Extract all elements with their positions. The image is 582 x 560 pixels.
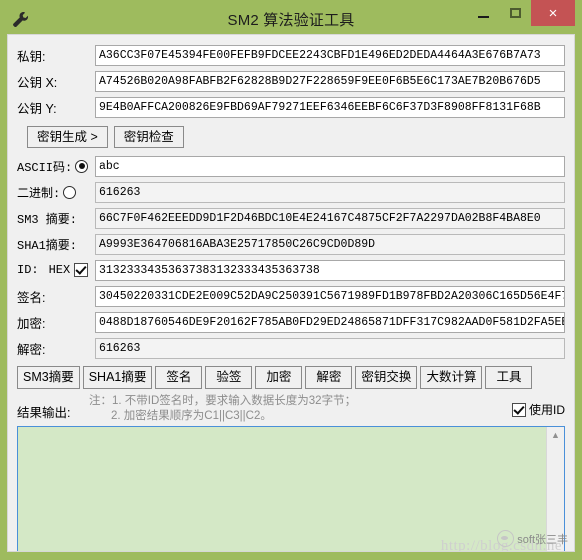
private-key-label: 私钥: [17, 49, 46, 64]
binary-row: 二进制: 616263 [17, 180, 565, 204]
encrypt-button[interactable]: 加密 [255, 366, 303, 389]
close-button[interactable]: × [531, 0, 575, 26]
maximize-icon [509, 8, 521, 18]
output-scrollbar[interactable]: ▲ [546, 427, 564, 551]
check-key-button[interactable]: 密钥检查 [113, 126, 184, 148]
key-exchange-button[interactable]: 密钥交换 [355, 366, 418, 389]
output-note-row: 结果输出: 注：1. 不带ID签名时，要求输入数据长度为32字节； 2. 加密结… [17, 392, 565, 426]
client-area: 私钥: A36CC3F07E45394FE00FEFB9FDCEE2243CBF… [7, 34, 575, 552]
scroll-up-icon[interactable]: ▲ [547, 429, 564, 441]
window-controls: × [467, 0, 575, 29]
minimize-icon [477, 15, 489, 18]
binary-input[interactable]: 616263 [95, 181, 565, 203]
sm3-digest-label: SM3 摘要: [17, 212, 78, 227]
public-key-x-input[interactable]: A74526B020A98FABFB2F62828B9D27F228659F9E… [95, 70, 565, 92]
binary-label-text: 二进制: [17, 186, 61, 201]
sm3-digest-row: SM3 摘要: 66C7F0F462EEEDD9D1F2D46BDC10E4E2… [17, 206, 565, 230]
decrypt-button[interactable]: 解密 [305, 366, 353, 389]
ascii-radio[interactable] [75, 159, 89, 173]
binary-label: 二进制: [17, 184, 95, 201]
ascii-label: ASCII码: [17, 158, 95, 175]
signature-label: 签名: [17, 290, 46, 305]
encrypt-label: 加密: [17, 316, 46, 331]
decrypt-row: 解密: 616263 [17, 336, 565, 360]
use-id-label: 使用ID [528, 403, 565, 417]
big-number-calc-button[interactable]: 大数计算 [420, 366, 483, 389]
private-key-input[interactable]: A36CC3F07E45394FE00FEFB9FDCEE2243CBFD1E4… [95, 44, 565, 66]
maximize-button[interactable] [499, 0, 531, 26]
ascii-input[interactable]: abc [95, 155, 565, 177]
decrypt-label: 解密: [17, 342, 46, 357]
close-icon: × [548, 4, 558, 22]
application-window: SM2 算法验证工具 × 私钥: A36CC3F07E45394FE00FEFB… [0, 0, 582, 560]
title-bar: SM2 算法验证工具 × [7, 0, 575, 34]
id-label: ID: HEX [17, 263, 95, 277]
output-note-line-1: 注：1. 不带ID签名时，要求输入数据长度为32字节； [89, 395, 357, 407]
id-input[interactable]: 31323334353637383132333435363738 [95, 259, 565, 281]
decrypt-input[interactable]: 616263 [95, 337, 565, 359]
public-key-y-row: 公钥 Y: 9E4B0AFFCA200826E9FBD69AF79271EEF6… [17, 95, 565, 119]
sha1-digest-label: SHA1摘要: [17, 238, 78, 253]
output-textarea-container: ▲ [17, 426, 565, 551]
public-key-y-input[interactable]: 9E4B0AFFCA200826E9FBD69AF79271EEF6346EEB… [95, 96, 565, 118]
private-key-row: 私钥: A36CC3F07E45394FE00FEFB9FDCEE2243CBF… [17, 43, 565, 67]
use-id-option[interactable]: 使用ID [511, 401, 565, 418]
verify-signature-button[interactable]: 验签 [205, 366, 253, 389]
id-label-text: ID: [17, 263, 39, 277]
encrypt-row: 加密: 0488D18760546DE9F20162F785AB0FD29ED2… [17, 310, 565, 334]
output-textarea[interactable] [18, 427, 546, 551]
output-notes: 注：1. 不带ID签名时，要求输入数据长度为32字节； 2. 加密结果顺序为C1… [89, 392, 356, 424]
minimize-button[interactable] [467, 0, 499, 26]
tools-button[interactable]: 工具 [485, 366, 533, 389]
signature-row: 签名: 30450220331CDE2E009C52DA9C250391C567… [17, 284, 565, 308]
ascii-label-text: ASCII码: [17, 160, 73, 175]
public-key-y-label: 公钥 Y: [17, 101, 57, 116]
sha1-digest-input[interactable]: A9993E364706816ABA3E25717850C26C9CD0D89D [95, 233, 565, 255]
signature-input[interactable]: 30450220331CDE2E009C52DA9C250391C5671989… [95, 285, 565, 307]
sm3-digest-input[interactable]: 66C7F0F462EEEDD9D1F2D46BDC10E4E24167C487… [95, 207, 565, 229]
binary-radio[interactable] [63, 185, 77, 199]
public-key-x-label: 公钥 X: [17, 75, 58, 90]
sm3-digest-button[interactable]: SM3摘要 [17, 366, 80, 389]
ascii-row: ASCII码: abc [17, 154, 565, 178]
id-hex-label: HEX [48, 263, 71, 277]
generate-key-button[interactable]: 密钥生成 > [27, 126, 108, 148]
id-row: ID: HEX 31323334353637383132333435363738 [17, 258, 565, 282]
encrypt-input[interactable]: 0488D18760546DE9F20162F785AB0FD29ED24865… [95, 311, 565, 333]
use-id-checkbox[interactable] [511, 402, 526, 417]
id-hex-checkbox[interactable] [74, 263, 89, 277]
action-button-row: SM3摘要 SHA1摘要 签名 验签 加密 解密 密钥交换 大数计算 工具 [17, 366, 565, 389]
key-button-row: 密钥生成 > 密钥检查 [27, 124, 565, 150]
output-note-line-2: 2. 加密结果顺序为C1||C3||C2。 [111, 410, 272, 422]
public-key-x-row: 公钥 X: A74526B020A98FABFB2F62828B9D27F228… [17, 69, 565, 93]
output-label: 结果输出: [17, 406, 71, 420]
sha1-digest-row: SHA1摘要: A9993E364706816ABA3E25717850C26C… [17, 232, 565, 256]
sha1-digest-button[interactable]: SHA1摘要 [82, 366, 153, 389]
sign-button[interactable]: 签名 [155, 366, 203, 389]
